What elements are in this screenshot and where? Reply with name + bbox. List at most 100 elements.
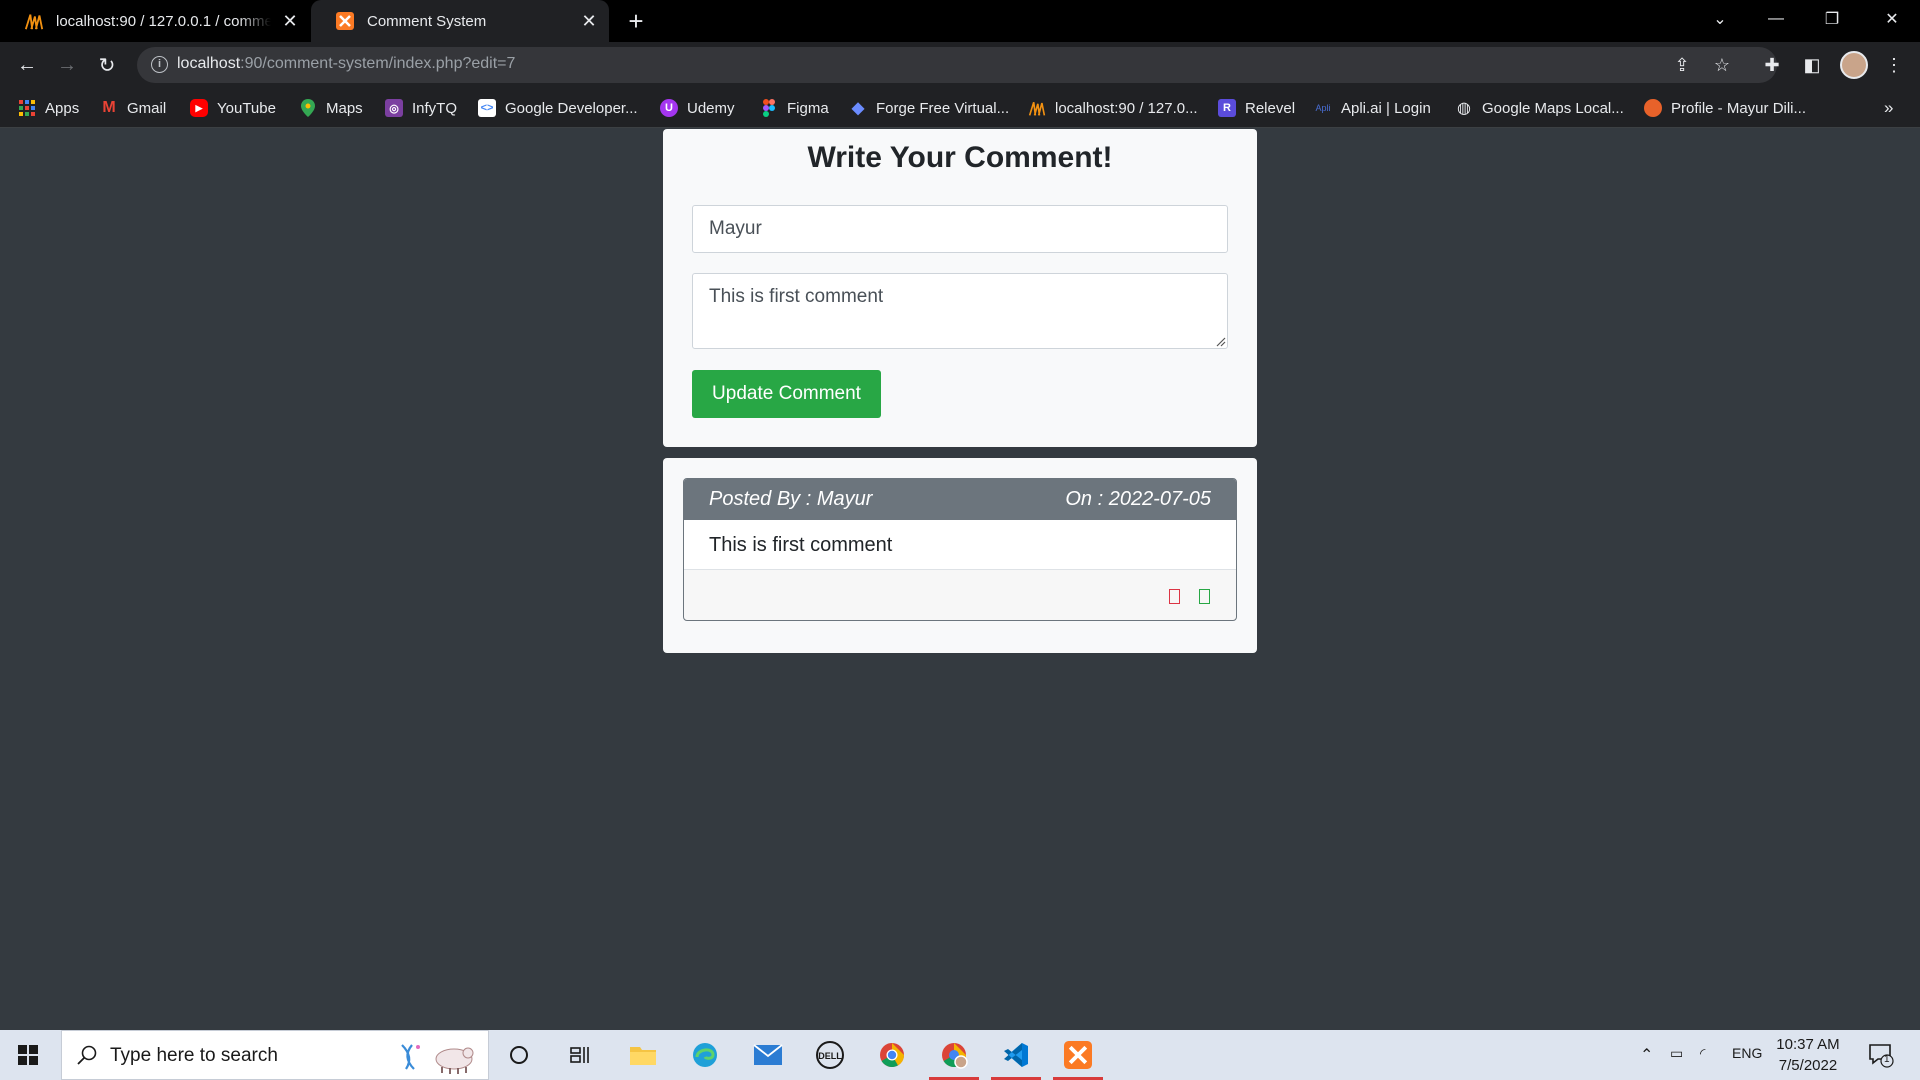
search-icon bbox=[77, 1045, 97, 1065]
cortana-icon[interactable] bbox=[503, 1039, 535, 1071]
notification-count: 1 bbox=[1884, 1054, 1890, 1065]
bookmark-apps[interactable]: Apps bbox=[18, 95, 79, 121]
bookmark-google-developers[interactable]: <> Google Developer... bbox=[478, 95, 638, 121]
update-comment-button[interactable]: Update Comment bbox=[692, 370, 881, 418]
bookmark-profile[interactable]: Profile - Mayur Dili... bbox=[1644, 95, 1806, 121]
extensions-icon[interactable]: ✚ bbox=[1760, 53, 1784, 77]
profile-avatar[interactable] bbox=[1840, 51, 1868, 79]
close-tab-icon[interactable]: ✕ bbox=[579, 11, 599, 31]
address-bar[interactable]: i localhost:90/comment-system/index.php?… bbox=[137, 47, 1777, 83]
restore-icon[interactable]: ❐ bbox=[1804, 0, 1860, 38]
gmail-icon: M bbox=[102, 99, 116, 116]
comment-author: Posted By : Mayur bbox=[709, 488, 873, 510]
globe-icon: ◍ bbox=[1457, 100, 1471, 117]
bookmark-label: YouTube bbox=[217, 99, 276, 117]
chrome-profile-icon[interactable] bbox=[929, 1039, 979, 1080]
edge-icon[interactable] bbox=[689, 1039, 721, 1071]
bookmark-label: Forge Free Virtual... bbox=[876, 99, 1010, 117]
bookmark-label: Apli.ai | Login bbox=[1341, 99, 1431, 117]
apps-grid-icon bbox=[18, 99, 36, 117]
comment-item: Posted By : Mayur On : 2022-07-05 This i… bbox=[683, 478, 1237, 621]
bookmark-phpmyadmin[interactable]: localhost:90 / 127.0... bbox=[1028, 95, 1198, 121]
clock-date: 7/5/2022 bbox=[1778, 1057, 1838, 1074]
comment-textarea[interactable]: This is first comment bbox=[692, 273, 1228, 349]
xampp-icon[interactable] bbox=[1053, 1039, 1103, 1080]
bookmark-label: Udemy bbox=[687, 99, 735, 117]
name-input[interactable] bbox=[692, 205, 1228, 253]
url-text[interactable]: localhost:90/comment-system/index.php?ed… bbox=[177, 55, 515, 73]
share-icon[interactable]: ⇪ bbox=[1672, 55, 1692, 75]
notification-center-icon[interactable]: 1 bbox=[1868, 1042, 1894, 1068]
mail-icon[interactable] bbox=[752, 1039, 784, 1071]
resize-grip-icon[interactable] bbox=[1214, 335, 1226, 347]
site-info-icon[interactable]: i bbox=[151, 56, 168, 73]
form-title: Write Your Comment! bbox=[807, 141, 1113, 174]
language-indicator[interactable]: ENG bbox=[1732, 1045, 1762, 1061]
side-panel-icon[interactable]: ◧ bbox=[1800, 53, 1824, 77]
taskbar-search[interactable]: Type here to search bbox=[61, 1030, 489, 1080]
figma-icon bbox=[760, 99, 778, 117]
browser-tab-bar: localhost:90 / 127.0.0.1 / comment_syste… bbox=[0, 0, 1920, 42]
comment-header: Posted By : Mayur On : 2022-07-05 bbox=[684, 479, 1236, 520]
windows-taskbar: Type here to search DELL ⌃ ▭ ◜ ENG 10:37… bbox=[0, 1030, 1920, 1080]
tray-overflow-icon[interactable]: ⌃ bbox=[1640, 1045, 1653, 1065]
browser-toolbar: ← → ↻ i localhost:90/comment-system/inde… bbox=[0, 42, 1920, 88]
tab-comment-system[interactable]: Comment System ✕ bbox=[311, 0, 609, 42]
battery-icon[interactable]: ▭ bbox=[1670, 1045, 1683, 1062]
bookmark-label: Google Developer... bbox=[505, 99, 638, 117]
svg-text:DELL: DELL bbox=[818, 1051, 842, 1061]
tab-phpmyadmin[interactable]: localhost:90 / 127.0.0.1 / comment_syste… bbox=[0, 0, 310, 42]
wifi-icon[interactable]: ◜ bbox=[1700, 1045, 1705, 1062]
forward-icon[interactable]: → bbox=[53, 51, 81, 79]
bookmark-apli[interactable]: Apli Apli.ai | Login bbox=[1314, 95, 1431, 121]
bookmark-figma[interactable]: Figma bbox=[760, 95, 829, 121]
comment-text: This is first comment bbox=[709, 534, 893, 556]
bookmark-google-maps-local[interactable]: ◍ Google Maps Local... bbox=[1455, 95, 1624, 121]
window-close-icon[interactable]: ✕ bbox=[1864, 0, 1920, 38]
dell-icon[interactable]: DELL bbox=[814, 1039, 846, 1071]
browser-menu-icon[interactable]: ⋮ bbox=[1882, 53, 1906, 77]
task-view-icon[interactable] bbox=[564, 1039, 596, 1071]
bookmark-maps[interactable]: Maps bbox=[299, 95, 363, 121]
bookmark-label: Figma bbox=[787, 99, 829, 117]
bookmark-relevel[interactable]: R Relevel bbox=[1218, 95, 1295, 121]
edit-icon[interactable] bbox=[1199, 589, 1210, 604]
bookmark-label: InfyTQ bbox=[412, 99, 458, 117]
bookmark-star-icon[interactable]: ☆ bbox=[1712, 55, 1732, 75]
bookmark-label: Profile - Mayur Dili... bbox=[1671, 99, 1807, 117]
apli-icon: Apli bbox=[1315, 103, 1331, 113]
bookmarks-overflow-button[interactable]: » bbox=[1884, 95, 1893, 121]
windows-start-icon[interactable] bbox=[18, 1045, 38, 1065]
bookmark-label: Relevel bbox=[1245, 99, 1296, 117]
close-tab-icon[interactable]: ✕ bbox=[280, 11, 300, 31]
reload-icon[interactable]: ↻ bbox=[93, 51, 121, 79]
profile-icon bbox=[1644, 99, 1662, 117]
minimize-icon[interactable]: — bbox=[1748, 0, 1804, 38]
bookmark-label: Apps bbox=[45, 99, 80, 117]
bookmark-youtube[interactable]: ▶ YouTube bbox=[190, 95, 276, 121]
back-icon[interactable]: ← bbox=[13, 51, 41, 79]
bookmark-label: Gmail bbox=[127, 99, 167, 117]
bookmark-forge[interactable]: ◆ Forge Free Virtual... bbox=[849, 95, 1009, 121]
udemy-icon: U bbox=[660, 99, 678, 117]
bookmark-label: Maps bbox=[326, 99, 363, 117]
file-explorer-icon[interactable] bbox=[627, 1039, 659, 1071]
bookmark-gmail[interactable]: M Gmail bbox=[100, 95, 166, 121]
vscode-icon[interactable] bbox=[991, 1039, 1041, 1080]
trash-icon[interactable] bbox=[1169, 589, 1180, 604]
infytq-icon: ◎ bbox=[385, 99, 403, 117]
phpmyadmin-icon bbox=[1028, 99, 1046, 117]
comment-date: On : 2022-07-05 bbox=[1065, 488, 1211, 510]
bookmark-label: localhost:90 / 127.0... bbox=[1055, 99, 1198, 117]
taskbar-clock[interactable]: 10:37 AM 7/5/2022 bbox=[1770, 1034, 1846, 1076]
bookmark-udemy[interactable]: U Udemy bbox=[660, 95, 735, 121]
chrome-icon[interactable] bbox=[876, 1039, 908, 1071]
bookmark-infytq[interactable]: ◎ InfyTQ bbox=[385, 95, 457, 121]
new-tab-button[interactable]: + bbox=[622, 8, 650, 36]
tab-search-icon[interactable]: ⌄ bbox=[1692, 0, 1748, 38]
maps-pin-icon bbox=[299, 99, 317, 117]
xampp-icon bbox=[335, 11, 355, 31]
comment-form-card: Write Your Comment! This is first commen… bbox=[663, 129, 1257, 447]
search-placeholder: Type here to search bbox=[110, 1045, 278, 1066]
forge-icon: ◆ bbox=[851, 100, 865, 117]
